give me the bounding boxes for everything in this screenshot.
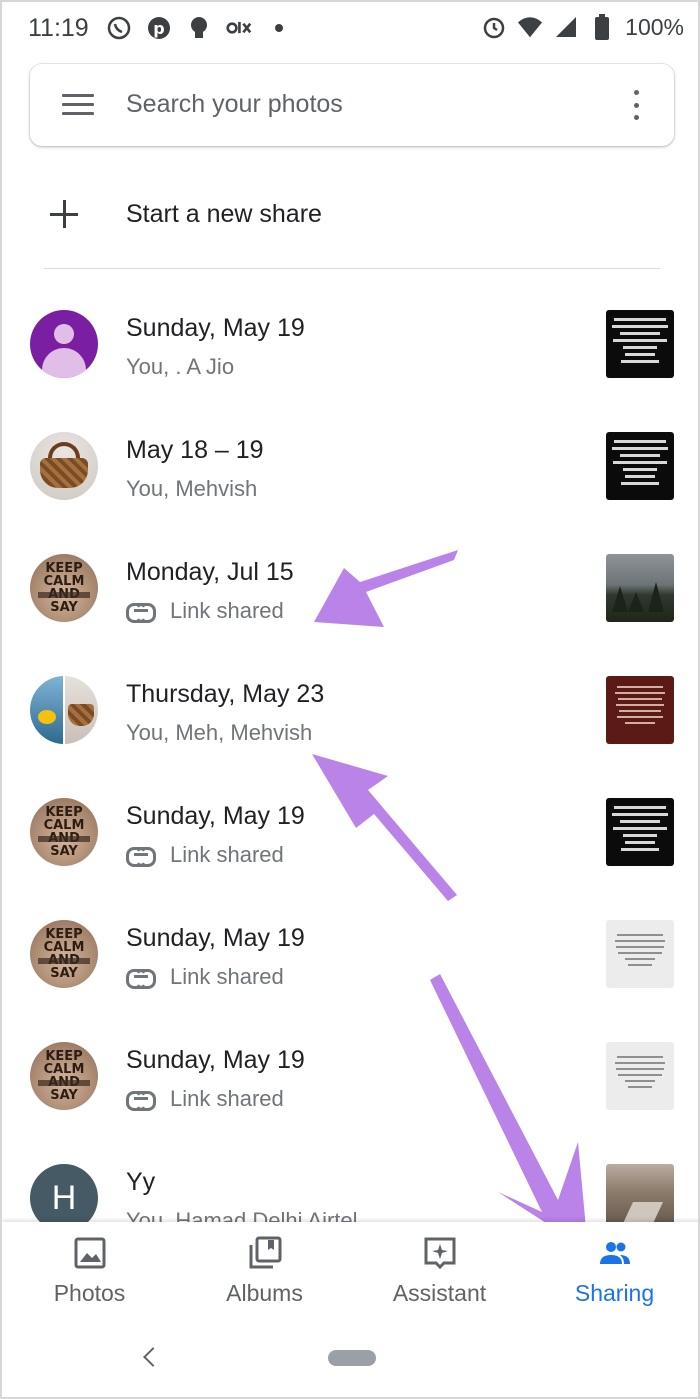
share-item[interactable]: KEEP CALM AND SAY Sunday, May 19 Link sh… <box>2 1014 698 1136</box>
share-thumbnail <box>606 920 674 988</box>
share-thumbnail <box>606 798 674 866</box>
screen: 11:19 p 100% Search your photos Start a … <box>0 0 700 1399</box>
nav-label: Albums <box>226 1280 303 1306</box>
dot-icon <box>266 15 292 41</box>
start-new-share-label: Start a new share <box>126 200 322 228</box>
share-thumbnail <box>606 554 674 622</box>
avatar: KEEP CALM AND SAY <box>30 554 98 622</box>
share-title: Sunday, May 19 <box>126 802 305 830</box>
assistant-icon <box>424 1237 456 1270</box>
albums-icon <box>249 1236 282 1269</box>
share-thumbnail <box>606 1042 674 1110</box>
share-subtitle: You, Meh, Mehvish <box>126 720 313 745</box>
link-icon <box>126 847 156 867</box>
notification-icons: p <box>106 14 292 42</box>
pinterest-icon: p <box>146 15 172 41</box>
share-title: Sunday, May 19 <box>126 924 305 952</box>
nav-label: Sharing <box>574 1280 655 1306</box>
share-title: Sunday, May 19 <box>126 1046 305 1074</box>
avatar <box>30 432 98 500</box>
bottom-navigation: Photos Albums Assistant Sharing <box>2 1222 698 1320</box>
avatar: KEEP CALM AND SAY <box>30 1042 98 1110</box>
share-title: Yy <box>126 1168 156 1196</box>
nav-assistant[interactable]: Assistant <box>352 1222 527 1320</box>
whatsapp-icon <box>106 15 132 41</box>
share-item[interactable]: KEEP CALM AND SAY Sunday, May 19 Link sh… <box>2 770 698 892</box>
back-icon[interactable] <box>143 1347 163 1367</box>
wifi-icon <box>517 14 543 40</box>
avatar <box>30 676 98 744</box>
share-subtitle: You, . A Jio <box>126 354 235 379</box>
status-time: 11:19 <box>28 14 89 42</box>
avatar: KEEP CALM AND SAY <box>30 798 98 866</box>
share-subtitle: Link shared <box>126 842 284 868</box>
svg-text:p: p <box>153 19 164 38</box>
share-title: Monday, Jul 15 <box>126 558 294 586</box>
share-subtitle: Link shared <box>126 598 284 624</box>
lightbulb-icon <box>186 15 212 41</box>
share-item[interactable]: Thursday, May 23 You, Meh, Mehvish <box>2 648 698 770</box>
nav-label: Assistant <box>392 1280 487 1306</box>
people-icon <box>600 1242 630 1264</box>
system-icons: 100% <box>481 12 684 42</box>
cell-signal-icon <box>553 14 579 40</box>
divider <box>44 268 660 269</box>
photo-icon <box>74 1237 106 1269</box>
share-thumbnail <box>606 432 674 500</box>
more-options-icon[interactable] <box>632 90 640 120</box>
share-item[interactable]: May 18 – 19 You, Mehvish <box>2 404 698 526</box>
home-pill[interactable] <box>328 1350 376 1366</box>
share-thumbnail <box>606 310 674 378</box>
system-navigation-bar <box>2 1320 698 1397</box>
avatar <box>30 310 98 378</box>
nav-label: Photos <box>53 1280 126 1306</box>
search-input[interactable]: Search your photos <box>126 90 343 119</box>
nav-photos[interactable]: Photos <box>2 1222 177 1320</box>
share-subtitle: Link shared <box>126 964 284 990</box>
avatar: KEEP CALM AND SAY <box>30 920 98 988</box>
share-item[interactable]: KEEP CALM AND SAY Monday, Jul 15 Link sh… <box>2 526 698 648</box>
share-title: May 18 – 19 <box>126 436 264 464</box>
start-new-share-button[interactable]: Start a new share <box>2 182 698 248</box>
nav-albums[interactable]: Albums <box>177 1222 352 1320</box>
link-icon <box>126 1091 156 1111</box>
plus-icon <box>50 200 78 228</box>
link-icon <box>126 603 156 623</box>
share-item[interactable]: KEEP CALM AND SAY Sunday, May 19 Link sh… <box>2 892 698 1014</box>
share-title: Thursday, May 23 <box>126 680 325 708</box>
share-subtitle: Link shared <box>126 1086 284 1112</box>
status-bar: 11:19 p 100% <box>2 2 698 54</box>
share-item[interactable]: Sunday, May 19 You, . A Jio <box>2 282 698 404</box>
share-subtitle: You, Mehvish <box>126 476 258 501</box>
menu-icon[interactable] <box>62 94 94 116</box>
share-thumbnail <box>606 676 674 744</box>
link-icon <box>126 969 156 989</box>
battery-level: 100% <box>625 13 684 40</box>
search-bar[interactable]: Search your photos <box>30 64 674 146</box>
olx-icon <box>226 15 252 41</box>
alarm-icon <box>481 14 507 40</box>
share-title: Sunday, May 19 <box>126 314 305 342</box>
nav-sharing[interactable]: Sharing <box>527 1222 698 1320</box>
battery-icon <box>589 14 615 40</box>
